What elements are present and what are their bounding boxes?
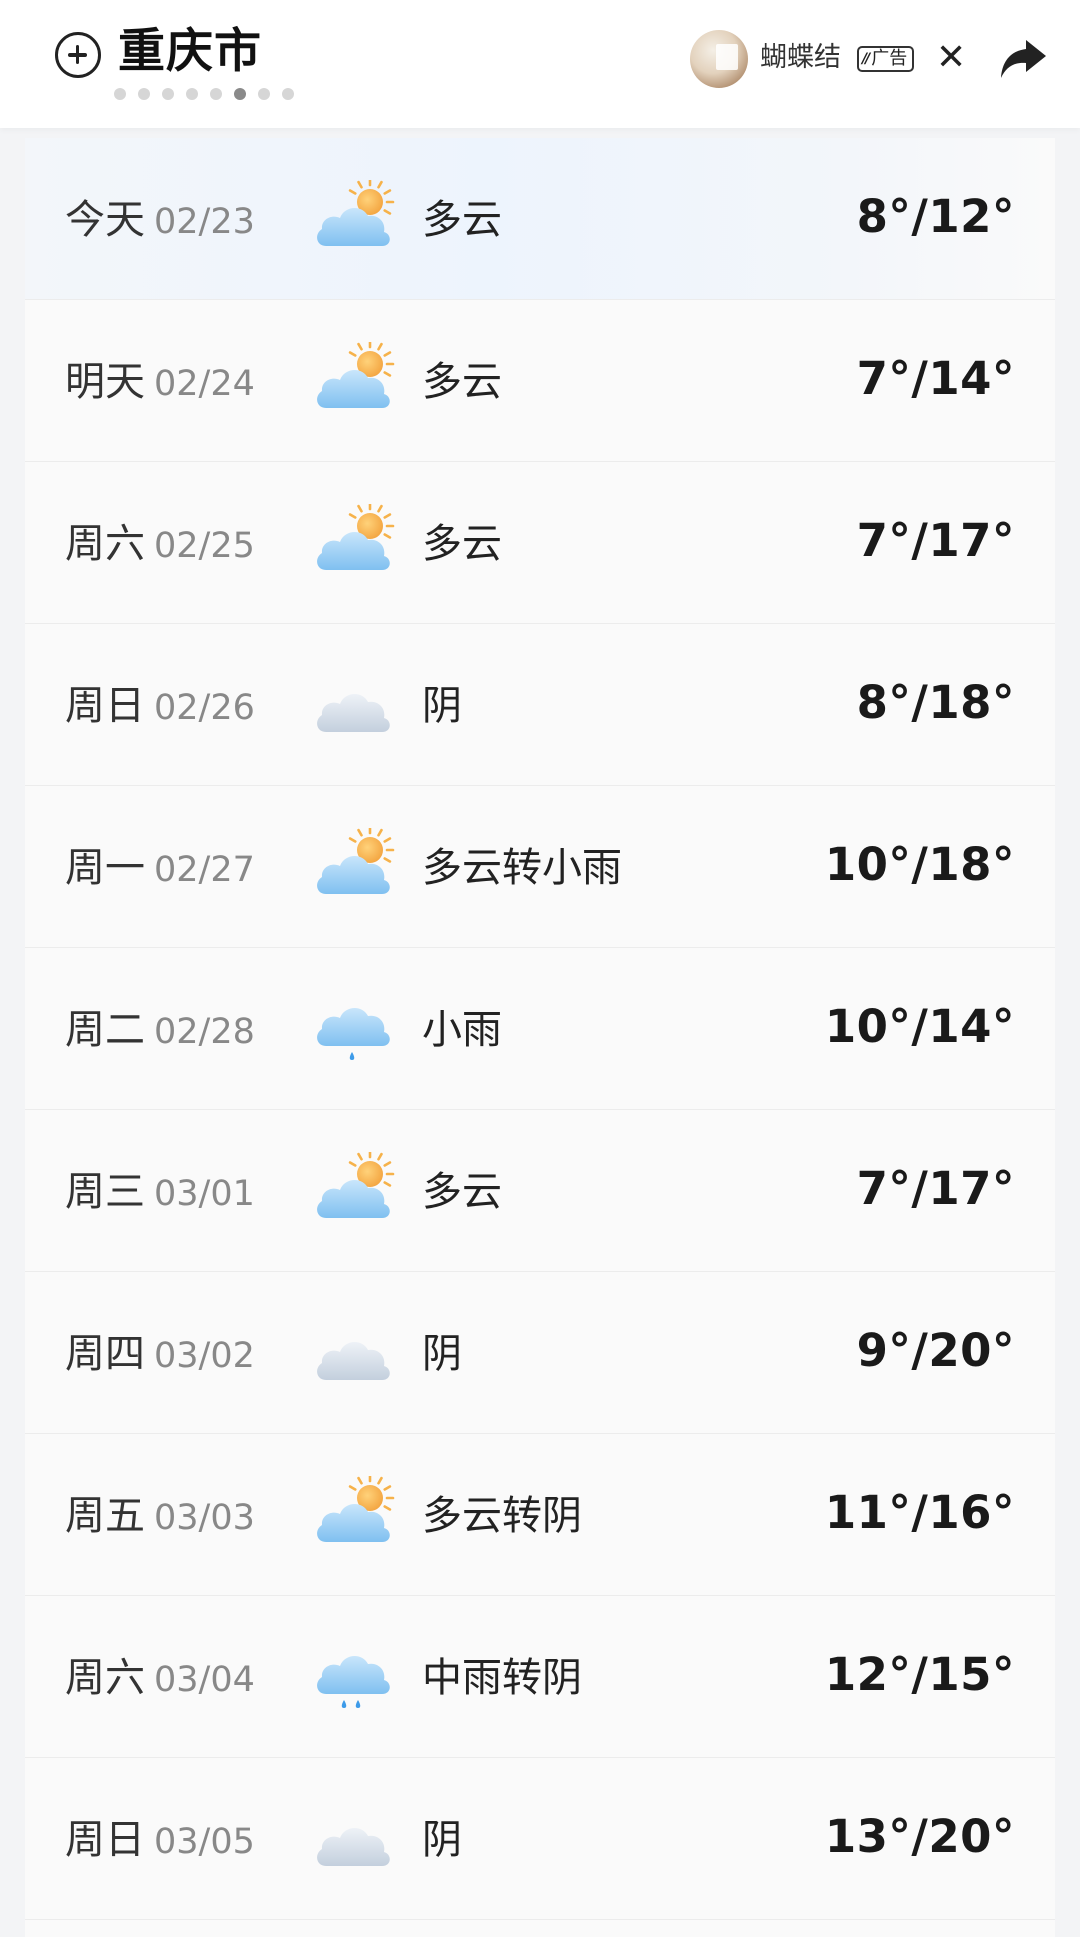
forecast-condition: 阴 bbox=[422, 1331, 462, 1377]
forecast-date: 02/24 bbox=[154, 364, 255, 404]
forecast-row[interactable]: 周五 03/03 多云转阴 11°/16° bbox=[25, 1434, 1055, 1596]
forecast-condition: 阴 bbox=[422, 1817, 462, 1863]
forecast-temperature: 7°/17° bbox=[856, 514, 1015, 567]
forecast-row[interactable]: 周二 02/28 小雨 10°/14° bbox=[25, 948, 1055, 1110]
forecast-date: 03/05 bbox=[154, 1822, 255, 1862]
ad-mark-icon: // bbox=[862, 51, 870, 67]
forecast-date: 03/02 bbox=[154, 1336, 255, 1376]
forecast-condition: 多云 bbox=[422, 359, 502, 405]
forecast-condition: 多云 bbox=[422, 521, 502, 567]
top-bar: 重庆市 蝴蝶结 // 广告 ✕ bbox=[0, 0, 1080, 128]
overcast-icon bbox=[312, 1800, 398, 1880]
forecast-day: 今天 bbox=[65, 197, 145, 243]
forecast-temperature: 7°/17° bbox=[856, 1162, 1015, 1215]
forecast-condition: 多云转阴 bbox=[422, 1493, 582, 1539]
forecast-temperature: 9°/20° bbox=[856, 1324, 1015, 1377]
forecast-day: 周四 bbox=[65, 1331, 145, 1377]
partly-cloudy-icon bbox=[312, 177, 398, 260]
forecast-temperature: 7°/14° bbox=[856, 352, 1015, 405]
partly-cloudy-icon bbox=[312, 339, 398, 422]
forecast-row[interactable]: 周一 02/27 多云转小雨 10°/18° bbox=[25, 786, 1055, 948]
forecast-row[interactable]: 周四 03/02 阴 9°/20° bbox=[25, 1272, 1055, 1434]
page-dot bbox=[138, 88, 150, 100]
forecast-row[interactable]: 周日 03/05 阴 13°/20° bbox=[25, 1758, 1055, 1920]
page-dot bbox=[258, 88, 270, 100]
forecast-row[interactable]: 今天 02/23 多云 8°/12° bbox=[25, 138, 1055, 300]
forecast-list: 今天 02/23 多云 8°/12° 明天 02/24 多云 7°/14° 周六 02/25 多云 7… bbox=[25, 138, 1055, 1937]
forecast-temperature: 10°/14° bbox=[824, 1000, 1015, 1053]
forecast-condition: 多云转小雨 bbox=[422, 845, 622, 891]
partly-cloudy-icon bbox=[312, 1473, 398, 1556]
overcast-icon bbox=[312, 666, 398, 746]
partly-cloudy-icon bbox=[312, 501, 398, 584]
forecast-temperature: 10°/18° bbox=[824, 838, 1015, 891]
partly-cloudy-icon bbox=[312, 1149, 398, 1232]
forecast-date: 02/23 bbox=[154, 202, 255, 242]
forecast-day: 周日 bbox=[65, 1817, 145, 1863]
forecast-row[interactable]: 明天 02/24 多云 7°/14° bbox=[25, 300, 1055, 462]
moderate-rain-icon bbox=[312, 1638, 398, 1718]
page-dot bbox=[186, 88, 198, 100]
ad-title[interactable]: 蝴蝶结 bbox=[760, 40, 844, 76]
forecast-temperature: 8°/18° bbox=[856, 676, 1015, 729]
forecast-row[interactable]: 周三 03/01 多云 7°/17° bbox=[25, 1110, 1055, 1272]
forecast-row[interactable]: 周日 02/26 阴 8°/18° bbox=[25, 624, 1055, 786]
forecast-condition: 多云 bbox=[422, 1169, 502, 1215]
forecast-temperature: 13°/20° bbox=[824, 1810, 1015, 1863]
page-dot bbox=[282, 88, 294, 100]
forecast-day: 周三 bbox=[65, 1169, 145, 1215]
forecast-condition: 阴 bbox=[422, 683, 462, 729]
overcast-icon bbox=[312, 1314, 398, 1394]
forecast-day: 周二 bbox=[65, 1007, 145, 1053]
ad-badge: // 广告 bbox=[857, 46, 915, 72]
forecast-date: 03/04 bbox=[154, 1660, 255, 1700]
page-dot bbox=[210, 88, 222, 100]
forecast-day: 周一 bbox=[65, 845, 145, 891]
page-dot bbox=[234, 88, 246, 100]
forecast-day: 周六 bbox=[65, 1655, 145, 1701]
forecast-temperature: 8°/12° bbox=[856, 190, 1015, 243]
add-city-icon[interactable] bbox=[55, 32, 101, 78]
forecast-date: 02/25 bbox=[154, 526, 255, 566]
ad-badge-label: 广告 bbox=[871, 48, 908, 69]
forecast-day: 周五 bbox=[65, 1493, 145, 1539]
forecast-date: 03/01 bbox=[154, 1174, 255, 1214]
city-name[interactable]: 重庆市 bbox=[118, 22, 262, 82]
forecast-date: 02/26 bbox=[154, 688, 255, 728]
page-indicator bbox=[114, 88, 294, 100]
forecast-condition: 中雨转阴 bbox=[422, 1655, 582, 1701]
forecast-day: 明天 bbox=[65, 359, 145, 405]
ad-thumbnail[interactable] bbox=[690, 30, 748, 88]
forecast-row[interactable]: 周六 03/04 中雨转阴 12°/15° bbox=[25, 1596, 1055, 1758]
page-dot bbox=[162, 88, 174, 100]
page-dot bbox=[114, 88, 126, 100]
share-icon[interactable] bbox=[998, 36, 1048, 82]
forecast-date: 02/27 bbox=[154, 850, 255, 890]
forecast-day: 周日 bbox=[65, 683, 145, 729]
partly-cloudy-icon bbox=[312, 825, 398, 908]
close-icon[interactable]: ✕ bbox=[936, 38, 966, 78]
forecast-day: 周六 bbox=[65, 521, 145, 567]
forecast-condition: 多云 bbox=[422, 197, 502, 243]
forecast-row[interactable]: 周六 02/25 多云 7°/17° bbox=[25, 462, 1055, 624]
forecast-date: 03/03 bbox=[154, 1498, 255, 1538]
forecast-condition: 小雨 bbox=[422, 1007, 502, 1053]
forecast-date: 02/28 bbox=[154, 1012, 255, 1052]
forecast-temperature: 12°/15° bbox=[824, 1648, 1015, 1701]
forecast-temperature: 11°/16° bbox=[824, 1486, 1015, 1539]
light-rain-icon bbox=[312, 990, 398, 1070]
